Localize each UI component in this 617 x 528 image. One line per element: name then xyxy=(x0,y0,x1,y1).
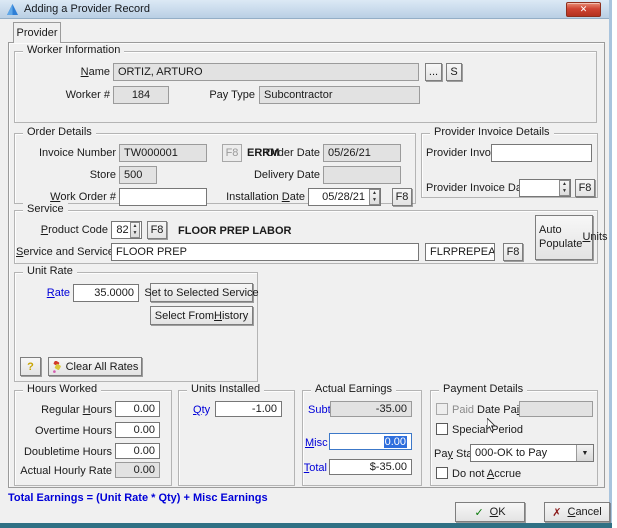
cancel-button[interactable]: ✗ Cancel xyxy=(544,502,610,522)
hours-worked-title: Hours Worked xyxy=(23,383,101,395)
close-button[interactable]: ✕ xyxy=(566,2,601,17)
help-button[interactable]: ? xyxy=(20,357,41,376)
provider-invoice-date-f8-button[interactable]: F8 xyxy=(575,179,595,197)
product-description: FLOOR PREP LABOR xyxy=(178,225,291,237)
service-field[interactable]: FLOOR PREP xyxy=(111,243,419,261)
order-date-field[interactable]: 05/26/21 xyxy=(323,144,401,162)
total-label: Total xyxy=(303,462,327,474)
date-paid-field[interactable] xyxy=(519,401,593,417)
units-installed-title: Units Installed xyxy=(187,383,264,395)
worker-information-title: Worker Information xyxy=(23,44,124,56)
provider-invoice-field[interactable] xyxy=(491,144,592,162)
order-date-label: Order Date xyxy=(250,147,320,159)
service-label: Service and Service # xyxy=(16,246,108,258)
select-from-history-button[interactable]: Select From History xyxy=(150,306,253,325)
do-not-accrue-checkbox[interactable] xyxy=(436,467,448,479)
cancel-label: Cancel xyxy=(567,506,601,518)
screen: { "window": { "title": "Adding a Provide… xyxy=(0,0,617,528)
installation-f8-button[interactable]: F8 xyxy=(392,188,412,206)
title-bar[interactable]: Adding a Provider Record ✕ xyxy=(0,0,609,19)
window-right-border xyxy=(609,0,612,523)
misc-field[interactable]: 0.00 xyxy=(329,433,412,450)
total-field[interactable]: $-35.00 xyxy=(329,459,412,475)
qty-field[interactable]: -1.00 xyxy=(215,401,282,417)
eraser-icon xyxy=(52,361,62,373)
special-period-checkbox[interactable] xyxy=(436,423,448,435)
window-bottom-border xyxy=(0,523,612,528)
window-title: Adding a Provider Record xyxy=(24,3,150,15)
name-s-button[interactable]: S xyxy=(446,63,462,81)
actual-hourly-rate-label: Actual Hourly Rate xyxy=(20,465,112,477)
overtime-hours-field[interactable]: 0.00 xyxy=(115,422,160,438)
auto-populate-units-button[interactable]: Auto Populate Units xyxy=(535,215,593,260)
installation-date-spinner[interactable]: ▲▼ xyxy=(369,189,380,205)
work-order-label: Work Order # xyxy=(20,191,116,203)
doubletime-hours-field[interactable]: 0.00 xyxy=(115,443,160,459)
unit-rate-title: Unit Rate xyxy=(23,265,77,277)
regular-hours-label: Regular Hours xyxy=(20,404,112,416)
subtotal-field[interactable]: -35.00 xyxy=(330,401,412,417)
rate-label: Rate xyxy=(28,287,70,299)
product-code-label: Product Code xyxy=(20,224,108,236)
provider-invoice-date-label: Provider Invoice Date xyxy=(426,182,531,194)
ok-label: OK xyxy=(490,506,506,518)
clear-all-rates-button[interactable]: Clear All Rates xyxy=(48,357,142,376)
doubletime-hours-label: Doubletime Hours xyxy=(20,446,112,458)
name-field[interactable]: ORTIZ, ARTURO xyxy=(113,63,419,81)
app-logo-icon xyxy=(7,4,18,15)
set-to-selected-service-button[interactable]: Set to Selected Service xyxy=(150,283,253,302)
worker-number-field[interactable]: 184 xyxy=(113,86,169,104)
pay-status-value: 000-OK to Pay xyxy=(471,447,576,459)
dialog-adding-provider-record: Adding a Provider Record ✕ Provider Work… xyxy=(0,0,609,523)
pay-type-field[interactable]: Subcontractor xyxy=(259,86,420,104)
pay-status-combo[interactable]: 000-OK to Pay ▼ xyxy=(470,444,594,462)
invoice-f8-button[interactable]: F8 xyxy=(222,144,242,162)
rate-field[interactable]: 35.0000 xyxy=(73,284,139,302)
order-details-title: Order Details xyxy=(23,126,96,138)
actual-hourly-rate-field[interactable]: 0.00 xyxy=(115,462,160,478)
paid-checkbox[interactable] xyxy=(436,403,448,415)
name-label: Name xyxy=(30,66,110,78)
qty-label: Qty xyxy=(193,404,210,416)
service-title: Service xyxy=(23,203,68,215)
paid-label: Paid xyxy=(452,404,474,416)
actual-earnings-title: Actual Earnings xyxy=(311,383,396,395)
product-code-spinner[interactable]: ▲▼ xyxy=(130,222,140,238)
combo-arrow-icon[interactable]: ▼ xyxy=(576,445,593,461)
service-code-field[interactable]: FLRPREPEA xyxy=(425,243,495,261)
service-f8-button[interactable]: F8 xyxy=(503,243,523,261)
installation-date-label: Installation Date xyxy=(215,191,305,203)
store-label: Store xyxy=(20,169,116,181)
tab-provider[interactable]: Provider xyxy=(13,22,61,43)
x-icon: ✗ xyxy=(552,506,561,519)
provider-invoice-details-title: Provider Invoice Details xyxy=(430,126,554,138)
invoice-number-label: Invoice Number xyxy=(20,147,116,159)
store-field[interactable]: 500 xyxy=(119,166,157,184)
clear-all-rates-label: Clear All Rates xyxy=(66,361,139,373)
tab-provider-label: Provider xyxy=(17,27,58,39)
check-icon: ✓ xyxy=(474,506,483,519)
pay-type-label: Pay Type xyxy=(185,89,255,101)
total-earnings-formula: Total Earnings = (Unit Rate * Qty) + Mis… xyxy=(8,492,268,504)
worker-number-label: Worker # xyxy=(30,89,110,101)
misc-label: Misc xyxy=(305,437,327,449)
delivery-date-label: Delivery Date xyxy=(240,169,320,181)
product-code-f8-button[interactable]: F8 xyxy=(147,221,167,239)
overtime-hours-label: Overtime Hours xyxy=(20,425,112,437)
provider-invoice-date-spinner[interactable]: ▲▼ xyxy=(559,180,570,196)
regular-hours-field[interactable]: 0.00 xyxy=(115,401,160,417)
payment-details-title: Payment Details xyxy=(439,383,527,395)
do-not-accrue-label: Do not Accrue xyxy=(452,468,521,480)
ok-button[interactable]: ✓ OK xyxy=(455,502,525,522)
invoice-number-field[interactable]: TW000001 xyxy=(119,144,207,162)
work-order-field[interactable] xyxy=(119,188,207,206)
delivery-date-field[interactable] xyxy=(323,166,401,184)
mouse-cursor xyxy=(487,418,497,433)
name-browse-button[interactable]: ... xyxy=(425,63,442,81)
